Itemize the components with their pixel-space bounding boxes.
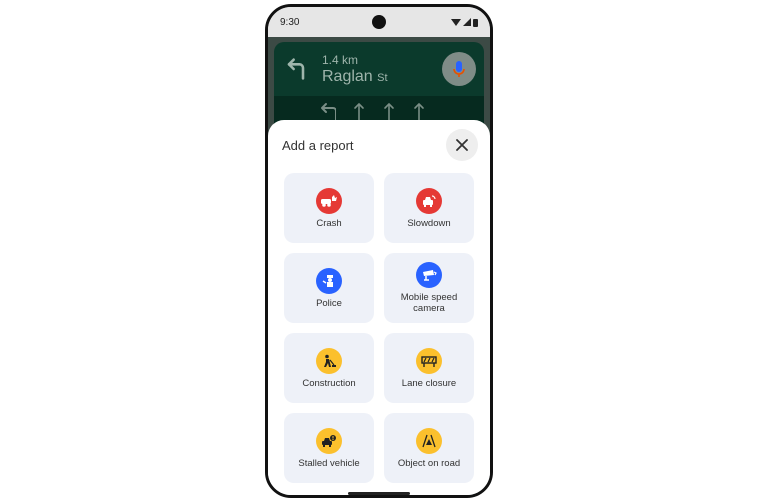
status-icons bbox=[451, 18, 478, 27]
report-grid: Crash Slowdown Police Mobile speed camer… bbox=[278, 173, 480, 483]
report-object-on-road-button[interactable]: Object on road bbox=[384, 413, 474, 483]
lane-turn-left-icon bbox=[321, 103, 336, 121]
home-indicator[interactable] bbox=[348, 492, 410, 495]
report-speed-camera-button[interactable]: Mobile speed camera bbox=[384, 253, 474, 323]
lane-closure-icon bbox=[416, 347, 442, 374]
report-police-button[interactable]: Police bbox=[284, 253, 374, 323]
sheet-header: Add a report bbox=[278, 120, 480, 170]
object-on-road-icon bbox=[416, 427, 442, 454]
navigation-card[interactable]: 1.4 km Raglan St bbox=[274, 42, 484, 96]
report-slowdown-button[interactable]: Slowdown bbox=[384, 173, 474, 243]
phone-frame: 9:30 1.4 km Raglan St Add a report Crash… bbox=[265, 4, 493, 498]
turn-distance: 1.4 km bbox=[322, 52, 359, 67]
police-icon bbox=[316, 267, 342, 294]
add-report-sheet: Add a report Crash Slowdown Police Mobil… bbox=[268, 120, 490, 495]
report-lane-closure-button[interactable]: Lane closure bbox=[384, 333, 474, 403]
navigation-instruction: 1.4 km Raglan St bbox=[322, 53, 442, 86]
speed-camera-icon bbox=[416, 262, 442, 288]
report-label: Mobile speed camera bbox=[400, 292, 458, 314]
report-label: Lane closure bbox=[401, 377, 457, 389]
front-camera bbox=[372, 15, 386, 29]
street-name-text: Raglan bbox=[322, 67, 373, 85]
wifi-icon bbox=[451, 19, 461, 26]
crash-icon bbox=[316, 187, 342, 214]
report-label: Stalled vehicle bbox=[298, 457, 360, 469]
voice-search-button[interactable] bbox=[442, 52, 476, 86]
report-label: Crash bbox=[316, 217, 342, 229]
battery-icon bbox=[473, 18, 478, 27]
lane-straight-icon bbox=[384, 103, 394, 121]
report-construction-button[interactable]: Construction bbox=[284, 333, 374, 403]
sheet-title: Add a report bbox=[282, 137, 354, 153]
microphone-icon bbox=[453, 61, 465, 77]
turn-left-icon bbox=[287, 58, 305, 80]
street-name: Raglan St bbox=[322, 68, 442, 86]
report-stalled-vehicle-button[interactable]: Stalled vehicle bbox=[284, 413, 374, 483]
lane-straight-icon bbox=[414, 103, 424, 121]
construction-icon bbox=[316, 347, 342, 374]
report-label: Police bbox=[316, 297, 342, 309]
lane-straight-icon bbox=[354, 103, 364, 121]
close-button[interactable] bbox=[446, 129, 478, 161]
report-label: Object on road bbox=[397, 457, 461, 469]
status-time: 9:30 bbox=[280, 16, 300, 28]
signal-icon bbox=[463, 18, 471, 26]
report-label: Slowdown bbox=[407, 217, 451, 229]
slowdown-icon bbox=[416, 187, 442, 214]
street-suffix: St bbox=[377, 71, 388, 84]
report-crash-button[interactable]: Crash bbox=[284, 173, 374, 243]
stalled-vehicle-icon bbox=[316, 427, 342, 454]
close-icon bbox=[456, 139, 468, 151]
report-label: Construction bbox=[302, 377, 356, 389]
